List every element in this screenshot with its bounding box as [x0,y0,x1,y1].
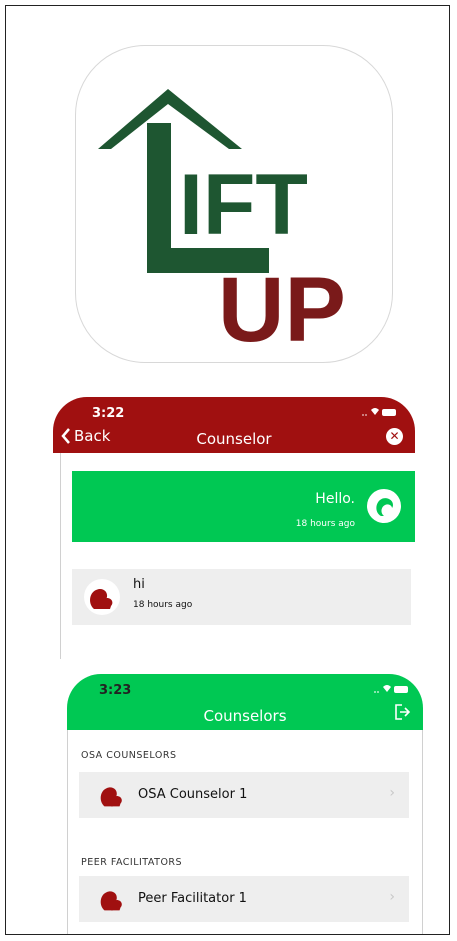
chevron-right-icon: › [389,889,395,905]
message-time: 18 hours ago [133,600,193,610]
wifi-icon [371,408,379,415]
message-bubble-outgoing: Hello. 18 hours ago [72,471,415,542]
screen-title: Counselors [203,707,287,725]
screenshot-frame: IFT UP 3:22 Back Counselor ✕ Hello. 18 h… [5,5,450,935]
profile-head-icon [100,891,122,911]
divider [60,453,61,659]
message-text: Hello. [315,491,355,507]
screen-title: Counselor [196,430,272,448]
chat-navbar: 3:22 Back Counselor ✕ [53,397,415,453]
profile-head-icon [376,498,393,516]
divider [422,730,423,934]
list-item[interactable]: Peer Facilitator 1 › [79,876,409,922]
section-header: PEER FACILITATORS [81,857,183,868]
divider [67,730,68,934]
profile-head-icon [90,588,113,609]
logout-icon[interactable] [393,703,411,721]
user-avatar [84,579,120,615]
message-time: 18 hours ago [295,519,355,529]
section-header: OSA COUNSELORS [81,750,177,761]
profile-head-icon [100,787,122,807]
lift-up-logo: IFT UP [98,89,346,361]
status-icons [374,685,408,693]
battery-icon [394,686,408,693]
app-icon: IFT UP [75,45,393,363]
counselors-screen: 3:23 Counselors OSA COUNSELORS OSA Couns… [67,674,423,934]
status-time: 3:22 [92,406,125,421]
status-time: 3:23 [99,683,132,698]
chevron-right-icon: › [389,785,395,801]
chat-screen: 3:22 Back Counselor ✕ Hello. 18 hours ag… [53,397,415,659]
close-icon[interactable]: ✕ [386,428,403,445]
message-bubble-incoming: hi 18 hours ago [72,569,411,625]
list-item-label: OSA Counselor 1 [138,787,248,802]
message-text: hi [133,577,145,592]
counselor-avatar [367,489,401,523]
counselors-navbar: 3:23 Counselors [67,674,423,730]
list-item-label: Peer Facilitator 1 [138,891,247,906]
logo-ift-text: IFT [179,157,308,253]
facilitator-avatar [95,882,131,918]
logo-up-text: UP [218,259,346,361]
status-icons [362,408,396,416]
wifi-icon [383,685,391,692]
counselor-avatar [95,778,131,814]
battery-icon [382,409,396,416]
list-item[interactable]: OSA Counselor 1 › [79,772,409,818]
